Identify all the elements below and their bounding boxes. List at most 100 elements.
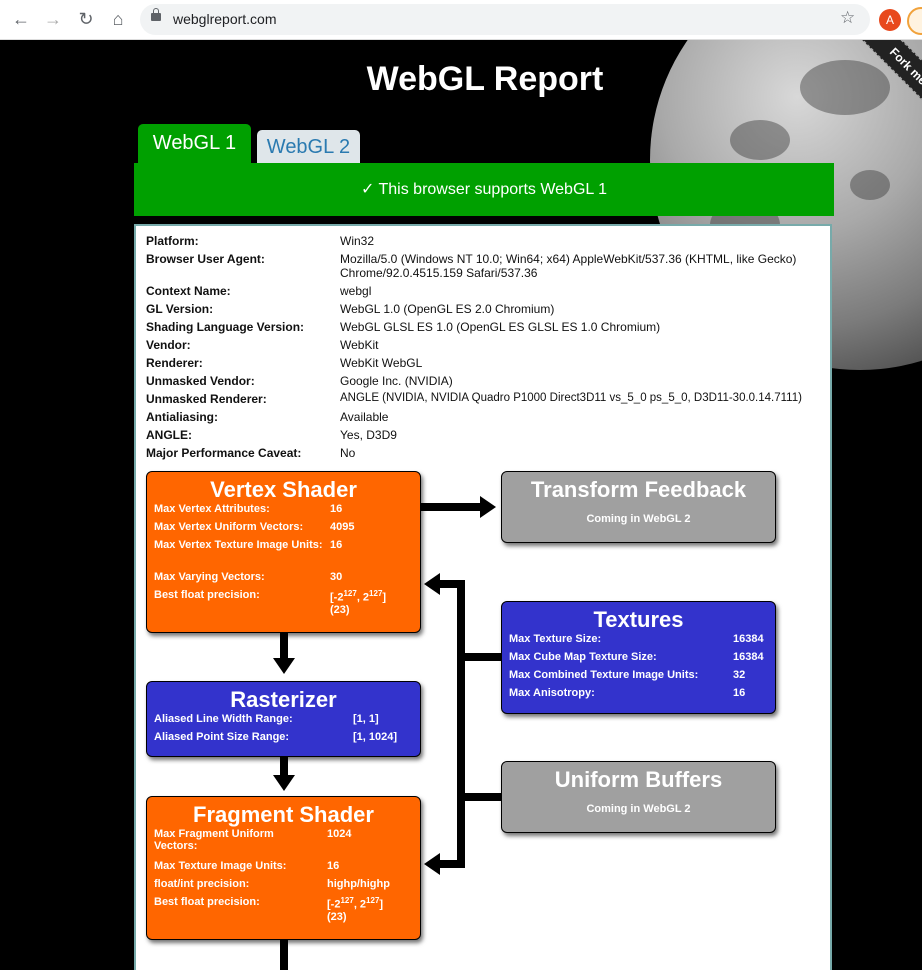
stat-value: 4095 — [330, 521, 355, 533]
extension-icon[interactable] — [907, 7, 922, 35]
info-value: WebKit — [340, 338, 379, 352]
url-text: webglreport.com — [173, 11, 277, 27]
connector-top — [440, 580, 465, 588]
info-label: Vendor: — [146, 338, 191, 352]
transform-feedback-box: Transform Feedback Coming in WebGL 2 — [501, 471, 776, 543]
stat-label: Best float precision: — [154, 589, 260, 601]
stat-row: Best float precision: [-2127, 2127] (23) — [147, 589, 420, 621]
stat-label: Best float precision: — [154, 896, 260, 908]
stat-row: float/int precision: highp/highp — [147, 878, 420, 896]
info-label: Major Performance Caveat: — [146, 446, 302, 460]
stat-value: [-2127, 2127] (23) — [330, 589, 387, 616]
stat-row: Max Vertex Attributes: 16 — [147, 503, 420, 521]
stat-label: float/int precision: — [154, 878, 250, 890]
stat-row: Max Fragment Uniform Vectors: 1024 — [147, 828, 420, 860]
stat-row: Max Anisotropy: 16 — [502, 687, 775, 705]
info-label: Antialiasing: — [146, 410, 219, 424]
uniform-buffers-note: Coming in WebGL 2 — [586, 803, 691, 815]
tab-webgl2[interactable]: WebGL 2 — [257, 130, 360, 164]
stat-row: Max Combined Texture Image Units: 32 — [502, 669, 775, 687]
uniform-buffers-title: Uniform Buffers — [554, 767, 723, 792]
stat-value: 32 — [733, 669, 746, 681]
info-value: No — [340, 446, 356, 460]
info-label: GL Version: — [146, 302, 214, 316]
connector-bottom — [440, 860, 465, 868]
stat-label: Max Varying Vectors: — [154, 571, 265, 583]
stat-value: 16384 — [733, 651, 764, 663]
info-value: Available — [340, 410, 389, 424]
stat-row: Max Vertex Texture Image Units: 16 — [147, 539, 420, 571]
stat-value: 16384 — [733, 633, 764, 645]
reload-icon[interactable]: ↻ — [75, 8, 97, 30]
arrowhead — [273, 658, 295, 674]
forward-arrow-icon[interactable]: → — [42, 8, 64, 30]
stat-value: 16 — [327, 860, 340, 872]
uniform-buffers-box: Uniform Buffers Coming in WebGL 2 — [501, 761, 776, 833]
bookmark-star-icon[interactable]: ☆ — [840, 8, 855, 28]
stat-value: 1024 — [327, 828, 352, 840]
transform-feedback-note: Coming in WebGL 2 — [586, 513, 691, 525]
texture-connector — [457, 580, 465, 868]
vertex-shader-title: Vertex Shader — [210, 477, 357, 502]
info-label: Browser User Agent: — [146, 252, 265, 266]
info-value: WebKit WebGL — [340, 356, 423, 370]
stat-label: Max Vertex Uniform Vectors: — [154, 521, 304, 533]
stat-label: Max Combined Texture Image Units: — [509, 669, 699, 681]
page-title: WebGL Report — [366, 60, 604, 98]
address-bar[interactable]: webglreport.com ☆ — [140, 4, 870, 35]
tab-webgl1[interactable]: WebGL 1 — [138, 124, 251, 164]
stat-value: 16 — [330, 539, 343, 551]
stat-row: Max Texture Image Units: 16 — [147, 860, 420, 878]
stat-label: Aliased Line Width Range: — [154, 713, 293, 725]
arrowhead — [424, 853, 440, 875]
stat-label: Aliased Point Size Range: — [154, 731, 290, 743]
stat-label: Max Texture Size: — [509, 633, 602, 645]
connector-uniform — [460, 793, 502, 801]
stat-label: Max Vertex Attributes: — [154, 503, 270, 515]
stat-value: 30 — [330, 571, 343, 583]
stat-label: Max Vertex Texture Image Units: — [154, 539, 323, 551]
textures-title: Textures — [593, 607, 684, 632]
info-value: Yes, D3D9 — [340, 428, 397, 442]
stat-row: Max Cube Map Texture Size: 16384 — [502, 651, 775, 669]
info-label: Renderer: — [146, 356, 203, 370]
info-value: WebGL GLSL ES 1.0 (OpenGL ES GLSL ES 1.0… — [340, 320, 661, 334]
rasterizer-title: Rasterizer — [230, 687, 337, 712]
info-value: ANGLE (NVIDIA, NVIDIA Quadro P1000 Direc… — [340, 392, 802, 404]
stat-value: [-2127, 2127] (23) — [327, 896, 384, 923]
stat-row: Max Texture Size: 16384 — [502, 633, 775, 651]
stat-label: Max Cube Map Texture Size: — [509, 651, 657, 663]
info-value: WebGL 1.0 (OpenGL ES 2.0 Chromium) — [340, 302, 555, 316]
stat-row: Max Vertex Uniform Vectors: 4095 — [147, 521, 420, 539]
stat-row: Max Varying Vectors: 30 — [147, 571, 420, 589]
stat-value: 16 — [733, 687, 746, 699]
connector-textures — [460, 653, 502, 661]
stat-value: highp/highp — [327, 878, 390, 890]
back-arrow-icon[interactable]: ← — [10, 8, 32, 30]
stat-label: Max Texture Image Units: — [154, 860, 287, 872]
info-value: Mozilla/5.0 (Windows NT 10.0; Win64; x64… — [340, 252, 797, 280]
arrowhead — [480, 496, 496, 518]
rasterizer-box: Rasterizer Aliased Line Width Range: [1, … — [146, 681, 421, 757]
info-label: Context Name: — [146, 284, 231, 298]
textures-box: Textures Max Texture Size: 16384 Max Cube… — [501, 601, 776, 714]
info-label: ANGLE: — [146, 428, 192, 442]
info-label: Unmasked Renderer: — [146, 392, 267, 406]
stat-row: Best float precision: [-2127, 2127] (23) — [147, 896, 420, 928]
support-banner: ✓ This browser supports WebGL 1 — [134, 163, 834, 216]
home-icon[interactable]: ⌂ — [107, 8, 129, 30]
arrow-down — [280, 940, 288, 970]
profile-avatar[interactable]: A — [879, 9, 901, 31]
arrowhead — [273, 775, 295, 791]
vertex-shader-box: Vertex Shader Max Vertex Attributes: 16 M… — [146, 471, 421, 633]
stat-label: Max Anisotropy: — [509, 687, 595, 699]
stat-row: Aliased Point Size Range: [1, 1024] — [147, 731, 420, 749]
stat-value: [1, 1] — [353, 713, 379, 725]
browser-toolbar: ← → ↻ ⌂ webglreport.com ☆ A — [0, 0, 922, 40]
info-value: Google Inc. (NVIDIA) — [340, 374, 453, 388]
info-label: Shading Language Version: — [146, 320, 305, 334]
stat-value: 16 — [330, 503, 343, 515]
stat-row: Aliased Line Width Range: [1, 1] — [147, 713, 420, 731]
arrowhead — [424, 573, 440, 595]
info-label: Platform: — [146, 234, 199, 248]
